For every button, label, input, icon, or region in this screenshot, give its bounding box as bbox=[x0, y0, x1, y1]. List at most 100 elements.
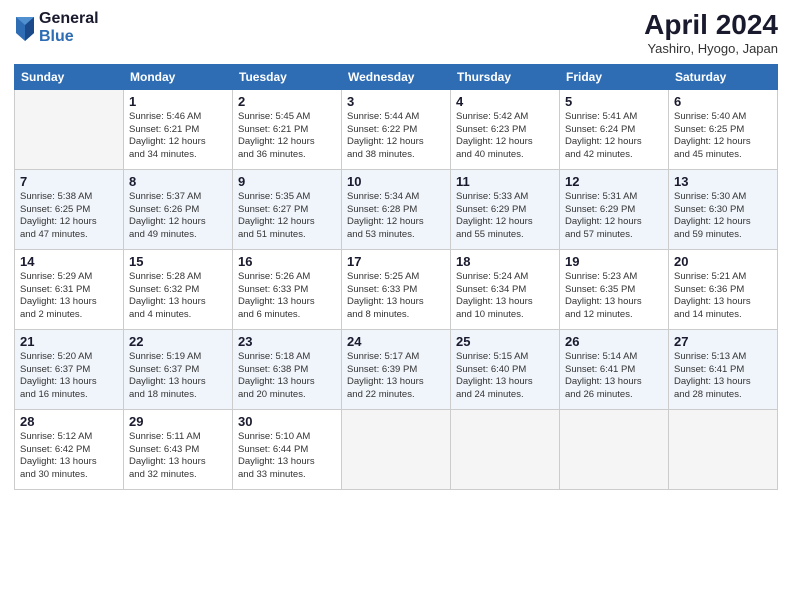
day-number: 8 bbox=[129, 174, 227, 189]
page: General Blue April 2024 Yashiro, Hyogo, … bbox=[0, 0, 792, 612]
header: General Blue April 2024 Yashiro, Hyogo, … bbox=[14, 10, 778, 56]
day-number: 24 bbox=[347, 334, 445, 349]
day-number: 19 bbox=[565, 254, 663, 269]
title-block: April 2024 Yashiro, Hyogo, Japan bbox=[644, 10, 778, 56]
day-info: Sunrise: 5:17 AM Sunset: 6:39 PM Dayligh… bbox=[347, 351, 445, 402]
day-info: Sunrise: 5:14 AM Sunset: 6:41 PM Dayligh… bbox=[565, 351, 663, 402]
col-monday: Monday bbox=[124, 64, 233, 89]
day-info: Sunrise: 5:45 AM Sunset: 6:21 PM Dayligh… bbox=[238, 111, 336, 162]
day-info: Sunrise: 5:29 AM Sunset: 6:31 PM Dayligh… bbox=[20, 271, 118, 322]
day-number: 26 bbox=[565, 334, 663, 349]
table-row: 8 Sunrise: 5:37 AM Sunset: 6:26 PM Daylig… bbox=[124, 169, 233, 249]
week-row-3: 14 Sunrise: 5:29 AM Sunset: 6:31 PM Dayli… bbox=[15, 249, 778, 329]
table-row: 9 Sunrise: 5:35 AM Sunset: 6:27 PM Daylig… bbox=[233, 169, 342, 249]
table-row: 3Sunrise: 5:44 AM Sunset: 6:22 PM Daylig… bbox=[342, 89, 451, 169]
day-number: 6 bbox=[674, 94, 772, 109]
day-info: Sunrise: 5:34 AM Sunset: 6:28 PM Dayligh… bbox=[347, 191, 445, 242]
day-info: Sunrise: 5:28 AM Sunset: 6:32 PM Dayligh… bbox=[129, 271, 227, 322]
table-row: 19 Sunrise: 5:23 AM Sunset: 6:35 PM Dayli… bbox=[560, 249, 669, 329]
table-row: 28Sunrise: 5:12 AM Sunset: 6:42 PM Dayli… bbox=[15, 409, 124, 489]
day-number: 25 bbox=[456, 334, 554, 349]
day-number: 22 bbox=[129, 334, 227, 349]
day-number: 2 bbox=[238, 94, 336, 109]
day-info: Sunrise: 5:40 AM Sunset: 6:25 PM Dayligh… bbox=[674, 111, 772, 162]
table-row: 6 Sunrise: 5:40 AM Sunset: 6:25 PM Daylig… bbox=[669, 89, 778, 169]
day-number: 9 bbox=[238, 174, 336, 189]
day-info: Sunrise: 5:33 AM Sunset: 6:29 PM Dayligh… bbox=[456, 191, 554, 242]
table-row: 1 Sunrise: 5:46 AM Sunset: 6:21 PM Daylig… bbox=[124, 89, 233, 169]
table-row bbox=[560, 409, 669, 489]
table-row: 30Sunrise: 5:10 AM Sunset: 6:44 PM Dayli… bbox=[233, 409, 342, 489]
day-number: 29 bbox=[129, 414, 227, 429]
day-number: 20 bbox=[674, 254, 772, 269]
day-info: Sunrise: 5:15 AM Sunset: 6:40 PM Dayligh… bbox=[456, 351, 554, 402]
day-number: 17 bbox=[347, 254, 445, 269]
day-number: 16 bbox=[238, 254, 336, 269]
day-info: Sunrise: 5:35 AM Sunset: 6:27 PM Dayligh… bbox=[238, 191, 336, 242]
col-sunday: Sunday bbox=[15, 64, 124, 89]
day-info: Sunrise: 5:26 AM Sunset: 6:33 PM Dayligh… bbox=[238, 271, 336, 322]
day-info: Sunrise: 5:30 AM Sunset: 6:30 PM Dayligh… bbox=[674, 191, 772, 242]
day-number: 28 bbox=[20, 414, 118, 429]
calendar-table: Sunday Monday Tuesday Wednesday Thursday… bbox=[14, 64, 778, 490]
logo-text: General Blue bbox=[39, 10, 99, 45]
day-info: Sunrise: 5:11 AM Sunset: 6:43 PM Dayligh… bbox=[129, 431, 227, 482]
day-number: 5 bbox=[565, 94, 663, 109]
day-number: 21 bbox=[20, 334, 118, 349]
week-row-4: 21 Sunrise: 5:20 AM Sunset: 6:37 PM Dayli… bbox=[15, 329, 778, 409]
day-number: 3 bbox=[347, 94, 445, 109]
table-row: 26 Sunrise: 5:14 AM Sunset: 6:41 PM Dayli… bbox=[560, 329, 669, 409]
table-row: 27Sunrise: 5:13 AM Sunset: 6:41 PM Dayli… bbox=[669, 329, 778, 409]
day-info: Sunrise: 5:41 AM Sunset: 6:24 PM Dayligh… bbox=[565, 111, 663, 162]
day-number: 23 bbox=[238, 334, 336, 349]
table-row bbox=[15, 89, 124, 169]
day-number: 4 bbox=[456, 94, 554, 109]
day-info: Sunrise: 5:23 AM Sunset: 6:35 PM Dayligh… bbox=[565, 271, 663, 322]
day-info: Sunrise: 5:38 AM Sunset: 6:25 PM Dayligh… bbox=[20, 191, 118, 242]
day-info: Sunrise: 5:25 AM Sunset: 6:33 PM Dayligh… bbox=[347, 271, 445, 322]
table-row: 13 Sunrise: 5:30 AM Sunset: 6:30 PM Dayli… bbox=[669, 169, 778, 249]
day-number: 13 bbox=[674, 174, 772, 189]
table-row: 23Sunrise: 5:18 AM Sunset: 6:38 PM Dayli… bbox=[233, 329, 342, 409]
table-row: 12 Sunrise: 5:31 AM Sunset: 6:29 PM Dayli… bbox=[560, 169, 669, 249]
day-number: 7 bbox=[20, 174, 118, 189]
col-tuesday: Tuesday bbox=[233, 64, 342, 89]
table-row: 5 Sunrise: 5:41 AM Sunset: 6:24 PM Daylig… bbox=[560, 89, 669, 169]
col-friday: Friday bbox=[560, 64, 669, 89]
day-info: Sunrise: 5:20 AM Sunset: 6:37 PM Dayligh… bbox=[20, 351, 118, 402]
table-row: 20 Sunrise: 5:21 AM Sunset: 6:36 PM Dayli… bbox=[669, 249, 778, 329]
day-info: Sunrise: 5:21 AM Sunset: 6:36 PM Dayligh… bbox=[674, 271, 772, 322]
logo-blue: Blue bbox=[39, 28, 99, 46]
day-number: 1 bbox=[129, 94, 227, 109]
day-info: Sunrise: 5:37 AM Sunset: 6:26 PM Dayligh… bbox=[129, 191, 227, 242]
week-row-1: 1 Sunrise: 5:46 AM Sunset: 6:21 PM Daylig… bbox=[15, 89, 778, 169]
table-row: 21 Sunrise: 5:20 AM Sunset: 6:37 PM Dayli… bbox=[15, 329, 124, 409]
table-row: 24 Sunrise: 5:17 AM Sunset: 6:39 PM Dayli… bbox=[342, 329, 451, 409]
logo: General Blue bbox=[14, 10, 99, 45]
logo-general: General bbox=[39, 10, 99, 28]
week-row-2: 7 Sunrise: 5:38 AM Sunset: 6:25 PM Daylig… bbox=[15, 169, 778, 249]
table-row: 15Sunrise: 5:28 AM Sunset: 6:32 PM Dayli… bbox=[124, 249, 233, 329]
day-number: 14 bbox=[20, 254, 118, 269]
day-info: Sunrise: 5:31 AM Sunset: 6:29 PM Dayligh… bbox=[565, 191, 663, 242]
col-thursday: Thursday bbox=[451, 64, 560, 89]
table-row: 22 Sunrise: 5:19 AM Sunset: 6:37 PM Dayli… bbox=[124, 329, 233, 409]
table-row: 7 Sunrise: 5:38 AM Sunset: 6:25 PM Daylig… bbox=[15, 169, 124, 249]
day-number: 27 bbox=[674, 334, 772, 349]
table-row bbox=[342, 409, 451, 489]
table-row bbox=[669, 409, 778, 489]
week-row-5: 28Sunrise: 5:12 AM Sunset: 6:42 PM Dayli… bbox=[15, 409, 778, 489]
month-title: April 2024 bbox=[644, 10, 778, 41]
col-wednesday: Wednesday bbox=[342, 64, 451, 89]
day-info: Sunrise: 5:46 AM Sunset: 6:21 PM Dayligh… bbox=[129, 111, 227, 162]
day-number: 12 bbox=[565, 174, 663, 189]
table-row: 4Sunrise: 5:42 AM Sunset: 6:23 PM Daylig… bbox=[451, 89, 560, 169]
table-row: 29 Sunrise: 5:11 AM Sunset: 6:43 PM Dayli… bbox=[124, 409, 233, 489]
table-row: 17 Sunrise: 5:25 AM Sunset: 6:33 PM Dayli… bbox=[342, 249, 451, 329]
day-info: Sunrise: 5:19 AM Sunset: 6:37 PM Dayligh… bbox=[129, 351, 227, 402]
location: Yashiro, Hyogo, Japan bbox=[644, 41, 778, 56]
table-row: 10Sunrise: 5:34 AM Sunset: 6:28 PM Dayli… bbox=[342, 169, 451, 249]
table-row: 16 Sunrise: 5:26 AM Sunset: 6:33 PM Dayli… bbox=[233, 249, 342, 329]
table-row: 18Sunrise: 5:24 AM Sunset: 6:34 PM Dayli… bbox=[451, 249, 560, 329]
table-row bbox=[451, 409, 560, 489]
